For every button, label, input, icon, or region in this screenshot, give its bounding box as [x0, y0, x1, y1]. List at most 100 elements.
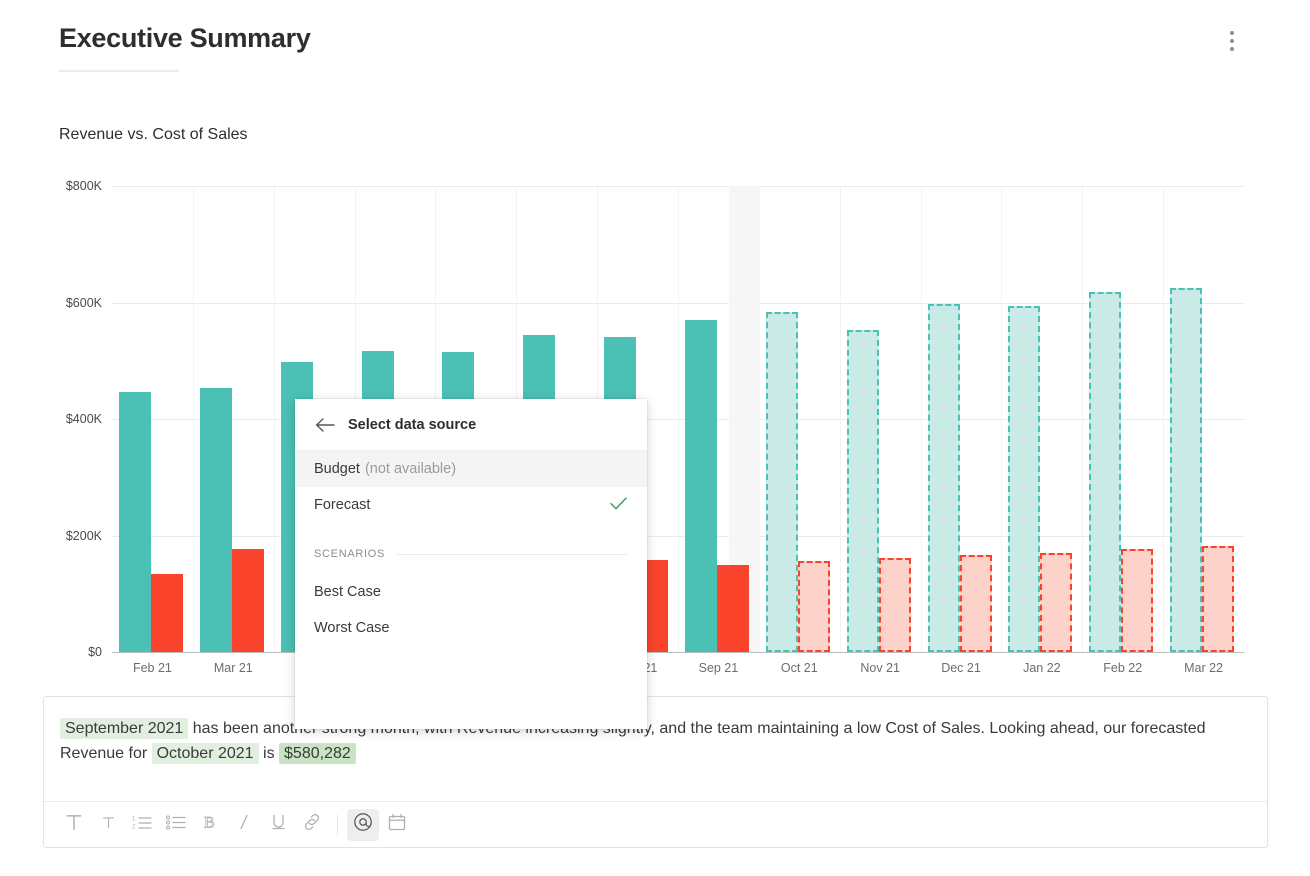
chart-bar-revenue[interactable]: [685, 319, 717, 652]
mention-button[interactable]: [347, 808, 379, 841]
svg-text:B: B: [204, 815, 215, 832]
note-value-chip: $580,282: [279, 743, 356, 764]
heading-large-icon: [64, 812, 84, 837]
title-underline: [59, 70, 179, 72]
svg-text:1: 1: [132, 817, 136, 823]
chart-vertical-gridline: [1082, 186, 1084, 652]
x-axis-tick-label: Dec 21: [941, 661, 981, 675]
chart-vertical-gridline: [273, 186, 275, 652]
x-axis-tick-label: Oct 21: [780, 661, 818, 675]
toolbar-divider: [337, 814, 338, 835]
check-icon: [610, 496, 627, 514]
note-toolbar: 12B: [44, 801, 1267, 847]
note-date-chip: October 2021: [151, 743, 259, 764]
data-source-option-budget[interactable]: Budget (not available): [295, 451, 647, 487]
option-label: Forecast: [314, 497, 371, 513]
chart-bar-revenue[interactable]: [199, 388, 232, 652]
scenarios-section-header: SCENARIOS: [295, 537, 647, 571]
option-note: (not available): [364, 461, 457, 477]
chart-bar-cost-of-sales[interactable]: [1121, 548, 1154, 652]
chart-bar-revenue[interactable]: [1008, 305, 1041, 652]
chart-bar-cost-of-sales[interactable]: [959, 555, 992, 652]
note-text-segment: is: [258, 745, 280, 762]
link-button[interactable]: [296, 809, 328, 841]
x-axis-tick-label: Nov 21: [860, 661, 900, 675]
chart-vertical-gridline: [1163, 186, 1165, 652]
chart-bar-cost-of-sales[interactable]: [151, 573, 183, 652]
bullet-list-button[interactable]: [160, 809, 192, 841]
back-arrow-icon[interactable]: [314, 414, 336, 436]
chart-bar-revenue[interactable]: [765, 311, 798, 652]
chart-bar-cost-of-sales[interactable]: [717, 564, 749, 652]
popover-header: Select data source: [295, 399, 647, 451]
numbered-list-button[interactable]: 12: [126, 809, 158, 841]
chart-vertical-gridline: [839, 186, 841, 652]
list-ordered-icon: 12: [132, 814, 152, 835]
chart-bar-revenue[interactable]: [1170, 287, 1203, 652]
x-axis-tick-label: Jan 22: [1023, 661, 1061, 675]
bold-icon: B: [202, 813, 218, 836]
chart-bar-revenue[interactable]: [846, 329, 879, 652]
heading-large-button[interactable]: [58, 809, 90, 841]
note-date-chip: September 2021: [60, 718, 189, 739]
chart-bar-revenue[interactable]: [927, 304, 960, 652]
list-bullet-icon: [166, 814, 186, 835]
option-label: Worst Case: [314, 620, 390, 636]
popover-title: Select data source: [348, 416, 477, 433]
underline-icon: [270, 813, 287, 836]
y-axis-tick-label: $400K: [65, 412, 102, 426]
mention-icon: [353, 812, 373, 837]
chart-gridline: [112, 652, 1244, 653]
chart-bar-revenue[interactable]: [1089, 292, 1122, 652]
bold-button[interactable]: B: [194, 809, 226, 841]
chart-bar-cost-of-sales[interactable]: [797, 560, 830, 652]
kebab-dot: [1230, 31, 1234, 35]
y-axis-tick-label: $600K: [65, 295, 102, 310]
scenario-option-worst-case[interactable]: Worst Case: [295, 610, 647, 646]
note-editor-card[interactable]: September 2021 has been another strong m…: [43, 696, 1268, 848]
chart-vertical-gridline: [920, 186, 922, 652]
chart-title: Revenue vs. Cost of Sales: [59, 126, 248, 143]
chart-bar-cost-of-sales[interactable]: [1040, 552, 1073, 652]
select-data-source-popover[interactable]: Select data source Budget (not available…: [295, 399, 647, 729]
heading-small-icon: [101, 815, 116, 835]
data-source-option-forecast[interactable]: Forecast: [295, 487, 647, 523]
section-divider: [397, 553, 627, 555]
italic-icon: [236, 813, 252, 836]
link-icon: [302, 813, 322, 836]
option-label: Best Case: [314, 584, 381, 600]
option-label: Budget: [314, 461, 360, 477]
calendar-icon: [388, 813, 406, 836]
kebab-menu-icon[interactable]: [1221, 28, 1243, 54]
svg-text:2: 2: [132, 825, 136, 831]
kebab-dot: [1230, 39, 1234, 43]
x-axis-tick-label: Sep 21: [698, 661, 739, 675]
chart-bar-cost-of-sales[interactable]: [878, 558, 911, 652]
chart-vertical-gridline: [192, 186, 194, 652]
underline-button[interactable]: [262, 809, 294, 841]
kebab-dot: [1230, 47, 1234, 51]
page-root: Executive Summary Revenue vs. Cost of Sa…: [0, 0, 1310, 876]
scenarios-label: SCENARIOS: [314, 548, 386, 560]
page-header: Executive Summary: [0, 0, 1310, 95]
chart-bar-cost-of-sales[interactable]: [231, 549, 264, 652]
x-axis-tick-label: Mar 21: [213, 661, 253, 675]
scenario-option-best-case[interactable]: Best Case: [295, 574, 647, 610]
x-axis-tick-label: Mar 22: [1184, 661, 1224, 675]
chart-vertical-gridline: [678, 186, 679, 652]
page-title: Executive Summary: [59, 23, 311, 53]
x-axis-tick-label: Feb 21: [132, 661, 172, 675]
italic-button[interactable]: [228, 809, 260, 841]
y-axis-tick-label: $200K: [65, 528, 102, 543]
chart-vertical-gridline: [1001, 186, 1003, 652]
date-button[interactable]: [381, 809, 413, 841]
chart-bar-revenue[interactable]: [119, 391, 151, 652]
x-axis-tick-label: Feb 22: [1103, 661, 1143, 675]
chart-vertical-gridline: [758, 186, 760, 652]
heading-small-button[interactable]: [92, 809, 124, 841]
y-axis-tick-label: $800K: [65, 179, 102, 193]
y-axis-tick-label: $0: [88, 645, 102, 659]
note-text[interactable]: September 2021 has been another strong m…: [60, 716, 1251, 766]
revenue-vs-cost-chart[interactable]: $800K$600K$400K$200K$0Feb 21Mar 21Apr 21…: [59, 168, 1244, 675]
chart-bar-cost-of-sales[interactable]: [1202, 545, 1235, 652]
